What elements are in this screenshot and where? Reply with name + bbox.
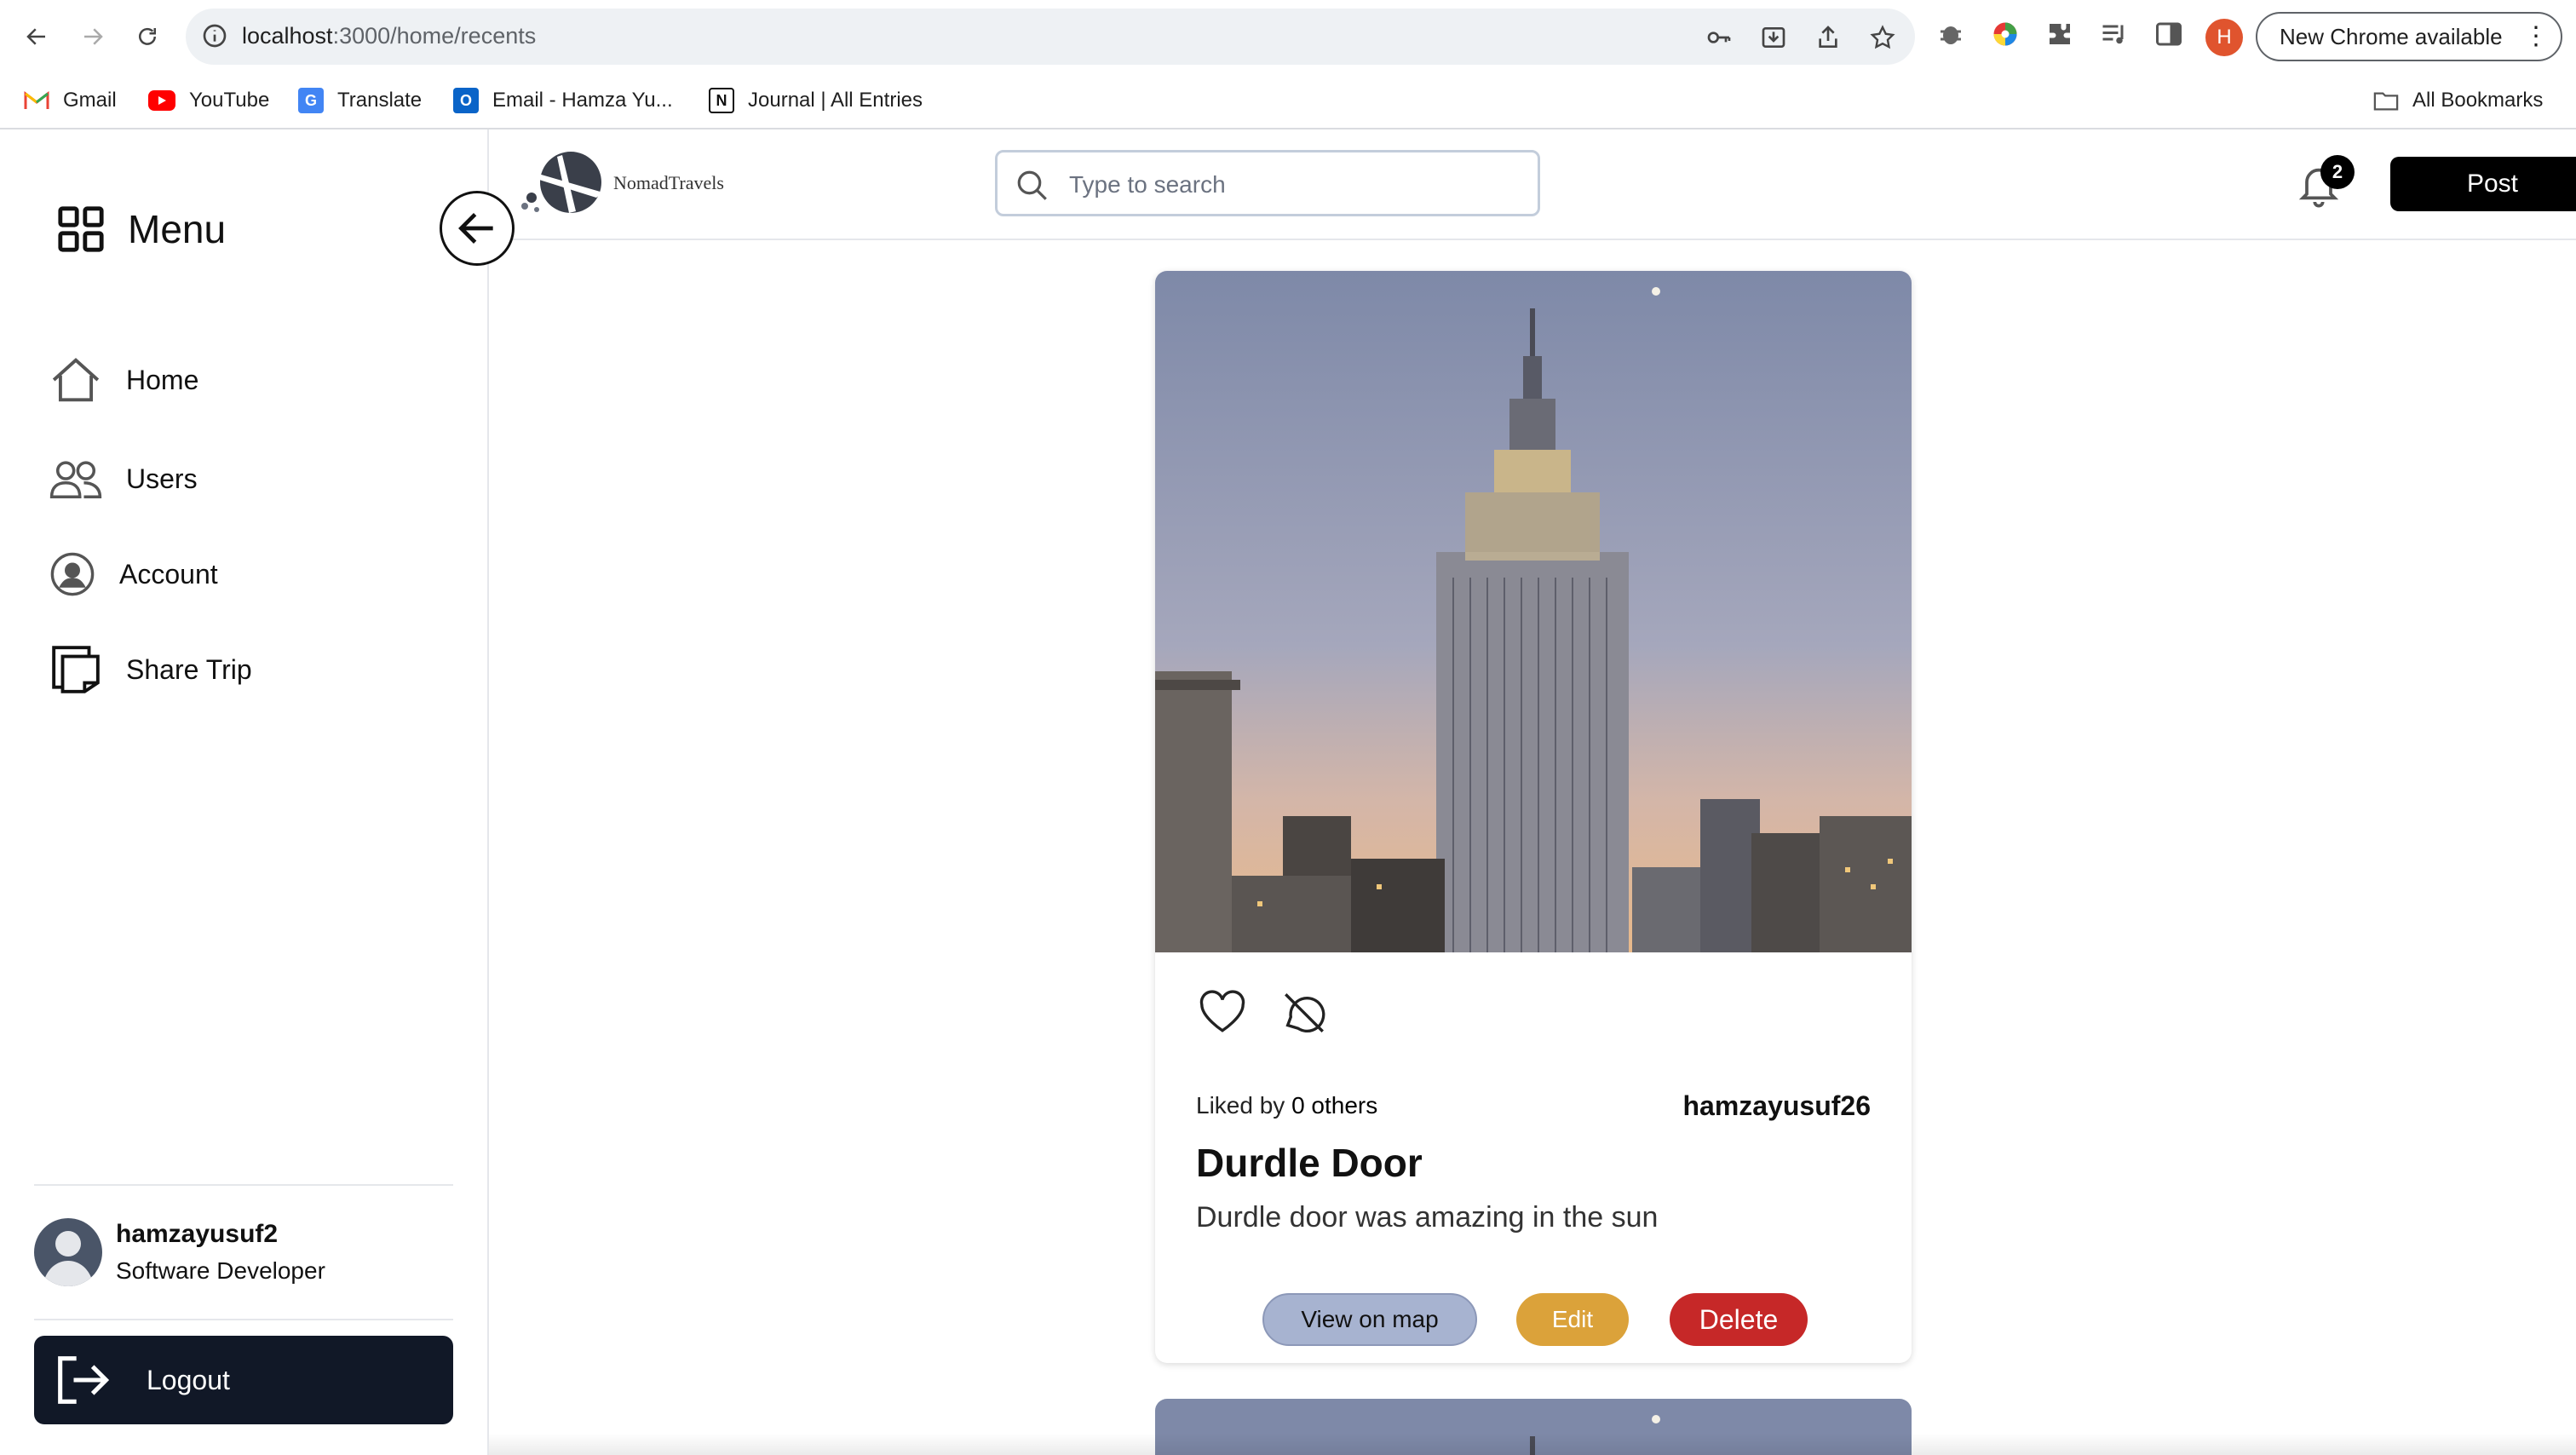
profile-avatar[interactable]: H bbox=[2205, 19, 2243, 56]
bookmark-translate[interactable]: G Translate bbox=[298, 85, 422, 116]
user-role: Software Developer bbox=[116, 1257, 325, 1284]
app: Menu Home Users Account Share Trip hamza… bbox=[0, 129, 2576, 1455]
bookmark-label: Journal | All Entries bbox=[748, 89, 923, 112]
logout-button[interactable]: Logout bbox=[34, 1336, 453, 1424]
media-control-icon[interactable] bbox=[2099, 19, 2130, 49]
site-info-icon[interactable] bbox=[201, 22, 228, 49]
notion-icon: N bbox=[709, 88, 734, 113]
install-icon[interactable] bbox=[1760, 24, 1787, 51]
menu-title: Menu bbox=[128, 207, 227, 251]
sidebar-item-share-trip[interactable]: Share Trip bbox=[49, 642, 252, 697]
all-bookmarks[interactable]: All Bookmarks bbox=[2373, 85, 2543, 116]
logout-icon bbox=[58, 1356, 110, 1404]
users-icon bbox=[49, 461, 102, 499]
scroll-shadow bbox=[489, 1433, 2576, 1455]
sidebar-item-label: Home bbox=[126, 364, 199, 395]
home-icon bbox=[52, 358, 100, 402]
youtube-icon bbox=[148, 90, 175, 111]
post-button[interactable]: Post bbox=[2390, 157, 2576, 211]
color-picker-extension-icon[interactable] bbox=[1990, 19, 2021, 49]
bookmark-label: Translate bbox=[337, 89, 423, 112]
sidebar-item-home[interactable]: Home bbox=[49, 353, 198, 407]
plane-logo-icon bbox=[521, 152, 603, 213]
avatar bbox=[34, 1218, 102, 1286]
more-menu-icon[interactable]: ⋮ bbox=[2523, 24, 2549, 49]
likes-count: 0 others bbox=[1291, 1092, 1378, 1119]
chrome-update-label: New Chrome available bbox=[2280, 23, 2503, 49]
post-author[interactable]: hamzayusuf26 bbox=[1682, 1090, 1871, 1122]
bug-extension-icon[interactable] bbox=[1935, 19, 1966, 49]
side-panel-icon[interactable] bbox=[2153, 19, 2184, 49]
url-text: localhost:3000/home/recents bbox=[242, 23, 537, 49]
sidebar-item-users[interactable]: Users bbox=[49, 451, 198, 506]
sidebar-item-account[interactable]: Account bbox=[49, 547, 218, 601]
post-photo[interactable] bbox=[1155, 271, 1912, 952]
reload-button[interactable] bbox=[128, 17, 167, 56]
bookmark-label: Email - Hamza Yu... bbox=[492, 89, 673, 112]
search-icon bbox=[1017, 170, 1047, 200]
extensions-icon[interactable] bbox=[2044, 19, 2075, 49]
back-nav-button[interactable] bbox=[17, 17, 56, 56]
menu-header: Menu bbox=[56, 204, 226, 254]
gmail-icon bbox=[24, 88, 49, 113]
user-card[interactable]: hamzayusuf2 Software Developer bbox=[34, 1184, 453, 1320]
outlook-icon: O bbox=[453, 88, 479, 113]
translate-icon: G bbox=[298, 88, 324, 113]
main-header: NomadTravels Type to search 2 Post bbox=[489, 129, 2576, 240]
arrow-right-icon bbox=[84, 28, 103, 45]
logo[interactable]: NomadTravels bbox=[520, 148, 724, 218]
account-icon bbox=[50, 552, 95, 596]
user-name: hamzayusuf2 bbox=[116, 1220, 279, 1248]
arrow-left-icon bbox=[26, 28, 45, 45]
view-on-map-button[interactable]: View on map bbox=[1262, 1293, 1477, 1346]
comments-disabled-icon[interactable] bbox=[1279, 988, 1329, 1038]
key-icon[interactable] bbox=[1705, 24, 1733, 51]
browser-toolbar: localhost:3000/home/recents H New Chrome… bbox=[0, 0, 2576, 73]
logout-label: Logout bbox=[147, 1364, 230, 1395]
skyscraper-photo bbox=[1155, 271, 1912, 952]
sidebar-item-label: Share Trip bbox=[126, 653, 252, 685]
bookmark-label: YouTube bbox=[189, 89, 270, 112]
forward-nav-button[interactable] bbox=[73, 17, 112, 56]
sidebar-item-label: Users bbox=[126, 463, 198, 494]
edit-button[interactable]: Edit bbox=[1516, 1293, 1629, 1346]
address-bar[interactable]: localhost:3000/home/recents bbox=[186, 9, 1915, 65]
reload-icon bbox=[139, 27, 156, 45]
search-input[interactable]: Type to search bbox=[995, 150, 1540, 216]
arrow-left-icon bbox=[458, 213, 493, 244]
grid-icon bbox=[58, 206, 104, 252]
bookmark-youtube[interactable]: YouTube bbox=[148, 85, 269, 116]
share-trip-icon bbox=[52, 646, 100, 693]
heart-icon[interactable] bbox=[1198, 988, 1247, 1036]
bookmark-label: Gmail bbox=[63, 89, 117, 112]
delete-button[interactable]: Delete bbox=[1670, 1293, 1808, 1346]
collapse-sidebar-button[interactable] bbox=[440, 191, 515, 266]
folder-icon bbox=[2373, 88, 2399, 113]
notification-badge: 2 bbox=[2320, 155, 2355, 189]
bookmark-journal[interactable]: N Journal | All Entries bbox=[709, 85, 923, 116]
likes-text: Liked by 0 others bbox=[1196, 1092, 1378, 1119]
post-title: Durdle Door bbox=[1196, 1141, 1423, 1185]
post-card: Liked by 0 others hamzayusuf26 Durdle Do… bbox=[1155, 271, 1912, 1363]
bookmark-email[interactable]: O Email - Hamza Yu... bbox=[453, 85, 673, 116]
sidebar-item-label: Account bbox=[119, 558, 218, 589]
sidebar: Menu Home Users Account Share Trip hamza… bbox=[0, 129, 489, 1455]
star-icon[interactable] bbox=[1869, 24, 1896, 51]
all-bookmarks-label: All Bookmarks bbox=[2412, 89, 2544, 112]
share-icon[interactable] bbox=[1814, 24, 1842, 51]
post-description: Durdle door was amazing in the sun bbox=[1196, 1201, 1659, 1234]
chrome-update-button[interactable]: New Chrome available ⋮ bbox=[2256, 12, 2562, 61]
bookmark-gmail[interactable]: Gmail bbox=[24, 85, 117, 116]
logo-text: NomadTravels bbox=[613, 172, 724, 193]
search-placeholder: Type to search bbox=[1069, 171, 1226, 198]
bookmarks-bar: Gmail YouTube G Translate O Email - Hamz… bbox=[0, 73, 2576, 129]
